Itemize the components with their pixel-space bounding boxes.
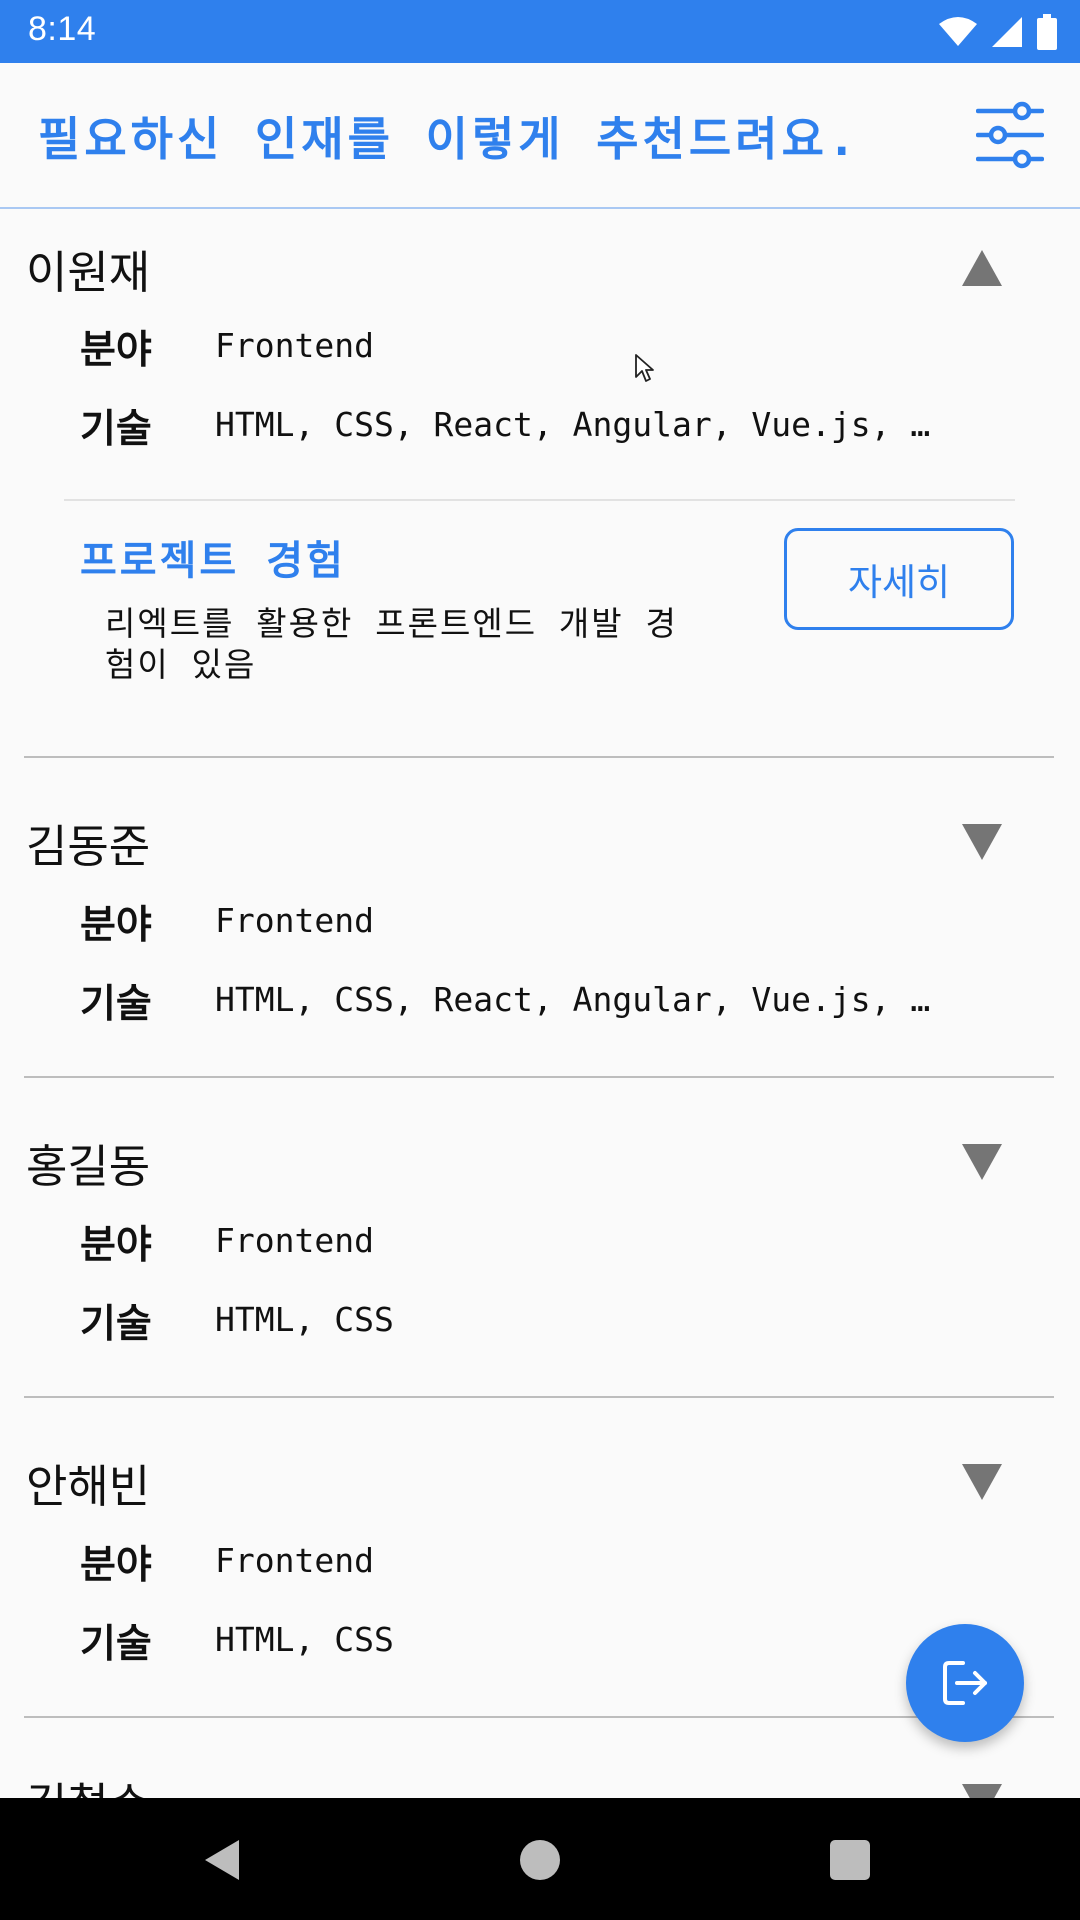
skills-value: HTML, CSS xyxy=(215,1300,394,1339)
skills-label: 기술 xyxy=(80,407,152,452)
skills-value: HTML, CSS xyxy=(215,1620,394,1659)
candidate-card[interactable]: 김철수 xyxy=(0,1718,1080,1798)
skills-label: 기술 xyxy=(80,982,152,1027)
expand-toggle[interactable] xyxy=(958,1140,1006,1184)
mouse-cursor-icon xyxy=(634,353,656,389)
triangle-up-icon xyxy=(962,250,1002,286)
project-description: 리엑트를 활용한 프론트엔드 개발 경험이 있음 xyxy=(105,604,678,684)
candidate-name: 김동준 xyxy=(26,820,151,873)
candidate-name: 이원재 xyxy=(26,246,151,299)
candidate-name: 홍길동 xyxy=(26,1140,151,1193)
status-icons xyxy=(938,12,1058,52)
expand-toggle[interactable] xyxy=(958,1460,1006,1504)
detail-button[interactable]: 자세히 xyxy=(784,528,1014,630)
candidate-name: 안해빈 xyxy=(26,1460,151,1513)
wifi-icon xyxy=(939,17,977,46)
recents-button[interactable] xyxy=(830,1840,870,1880)
field-label: 분야 xyxy=(80,328,152,373)
logout-icon xyxy=(943,1661,987,1705)
back-icon xyxy=(205,1840,239,1880)
field-value: Frontend xyxy=(215,326,374,365)
field-label: 분야 xyxy=(80,1543,152,1588)
status-bar: 8:14 xyxy=(0,0,1080,63)
field-label: 분야 xyxy=(80,1223,152,1268)
page-title: 필요하신 인재를 이렇게 추천드려요. xyxy=(38,112,860,166)
back-button[interactable] xyxy=(203,1838,243,1886)
field-value: Frontend xyxy=(215,1541,374,1580)
nav-bar xyxy=(0,1798,1080,1920)
skills-value: HTML, CSS, React, Angular, Vue.js, … xyxy=(215,405,931,444)
battery-icon xyxy=(1037,14,1057,50)
candidate-card[interactable]: 홍길동 분야 Frontend 기술 HTML, CSS xyxy=(0,1078,1080,1398)
candidate-card[interactable]: 김동준 분야 Frontend 기술 HTML, CSS, React, Ang… xyxy=(0,758,1080,1078)
triangle-down-icon xyxy=(962,1464,1002,1500)
project-title: 프로젝트 경험 xyxy=(80,538,346,584)
cell-signal-icon xyxy=(992,17,1022,47)
logout-button[interactable] xyxy=(906,1624,1024,1742)
candidate-card[interactable]: 이원재 분야 Frontend 기술 HTML, CSS, React, Ang… xyxy=(0,210,1080,758)
sliders-icon xyxy=(975,101,1045,169)
inner-divider xyxy=(64,499,1015,501)
field-value: Frontend xyxy=(215,901,374,940)
status-time: 8:14 xyxy=(28,10,97,48)
candidate-list[interactable]: 이원재 분야 Frontend 기술 HTML, CSS, React, Ang… xyxy=(0,210,1080,1798)
field-label: 분야 xyxy=(80,903,152,948)
skills-label: 기술 xyxy=(80,1302,152,1347)
skills-value: HTML, CSS, React, Angular, Vue.js, … xyxy=(215,980,931,1019)
collapse-toggle[interactable] xyxy=(958,246,1006,290)
field-value: Frontend xyxy=(215,1221,374,1260)
app-header: 필요하신 인재를 이렇게 추천드려요. xyxy=(0,63,1080,209)
expand-toggle[interactable] xyxy=(958,820,1006,864)
candidate-name: 김철수 xyxy=(26,1768,150,1798)
triangle-down-icon xyxy=(962,824,1002,860)
skills-label: 기술 xyxy=(80,1622,152,1667)
home-button[interactable] xyxy=(520,1840,560,1880)
triangle-down-icon xyxy=(962,1784,1002,1798)
filter-button[interactable] xyxy=(975,101,1045,169)
triangle-down-icon xyxy=(962,1144,1002,1180)
expand-toggle[interactable] xyxy=(958,1780,1006,1798)
